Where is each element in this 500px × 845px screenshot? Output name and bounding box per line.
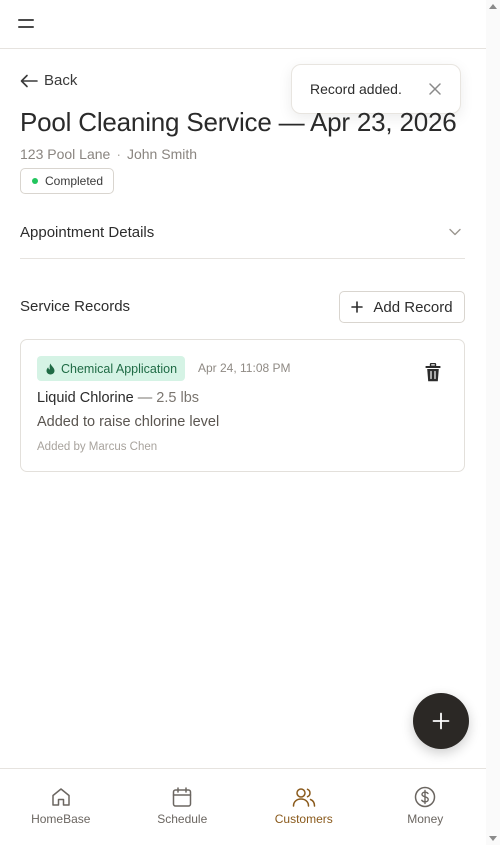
calendar-icon	[173, 787, 192, 807]
chevron-down-icon	[449, 228, 461, 236]
nav-label-customers: Customers	[274, 812, 333, 826]
scroll-down-arrow-icon[interactable]	[489, 836, 497, 841]
add-record-label: Add Record	[373, 298, 453, 316]
hamburger-menu-icon[interactable]	[18, 17, 36, 31]
record-product-name: Liquid Chlorine	[37, 390, 134, 406]
nav-label-schedule: Schedule	[157, 812, 208, 826]
scroll-up-arrow-icon[interactable]	[489, 4, 497, 9]
address-text: 123 Pool Lane	[20, 146, 111, 162]
nav-item-homebase[interactable]: HomeBase	[0, 769, 122, 845]
close-icon[interactable]	[428, 82, 442, 96]
plus-icon	[351, 301, 364, 313]
back-link[interactable]: Back	[20, 72, 77, 89]
toast-message: Record added.	[310, 81, 402, 97]
flame-icon	[46, 363, 55, 374]
home-icon	[52, 788, 70, 806]
record-note: Added to raise chlorine level	[37, 414, 220, 430]
record-timestamp: Apr 24, 11:08 PM	[198, 361, 291, 375]
trash-icon[interactable]	[424, 363, 442, 382]
record-quantity: — 2.5 lbs	[137, 390, 200, 406]
customer-name[interactable]: John Smith	[127, 146, 197, 162]
nav-label-homebase: HomeBase	[31, 812, 91, 826]
nav-label-money: Money	[407, 812, 444, 826]
separator: ·	[116, 146, 121, 162]
add-record-button[interactable]: Add Record	[339, 291, 465, 323]
bottom-navigation: HomeBase Schedule Customers Money	[0, 768, 486, 845]
status-dot-icon	[32, 178, 38, 184]
appointment-details-accordion[interactable]: Appointment Details	[20, 212, 465, 259]
appointment-subline: 123 Pool Lane · John Smith	[20, 146, 197, 162]
record-type-tag: Chemical Application	[37, 356, 186, 381]
back-label: Back	[44, 72, 78, 89]
service-records-heading: Service Records	[20, 298, 131, 315]
record-product: Liquid Chlorine — 2.5 lbs	[37, 390, 199, 406]
nav-item-schedule[interactable]: Schedule	[122, 769, 244, 845]
floating-add-button[interactable]	[413, 693, 469, 749]
appointment-details-label: Appointment Details	[20, 223, 155, 241]
scrollbar[interactable]	[486, 0, 500, 845]
top-bar	[0, 0, 486, 49]
plus-icon	[432, 712, 450, 730]
record-author: Added by Marcus Chen	[37, 441, 158, 453]
record-type-label: Chemical Application	[61, 361, 178, 376]
service-record-card: Chemical Application Apr 24, 11:08 PM Li…	[20, 339, 465, 472]
dollar-icon	[415, 786, 436, 808]
nav-item-customers[interactable]: Customers	[243, 769, 365, 845]
page-title: Pool Cleaning Service — Apr 23, 2026	[20, 107, 457, 137]
status-label: Completed	[45, 174, 104, 188]
arrow-left-icon	[20, 74, 38, 87]
users-icon	[292, 788, 315, 807]
status-badge: Completed	[20, 168, 115, 194]
nav-item-money[interactable]: Money	[365, 769, 487, 845]
